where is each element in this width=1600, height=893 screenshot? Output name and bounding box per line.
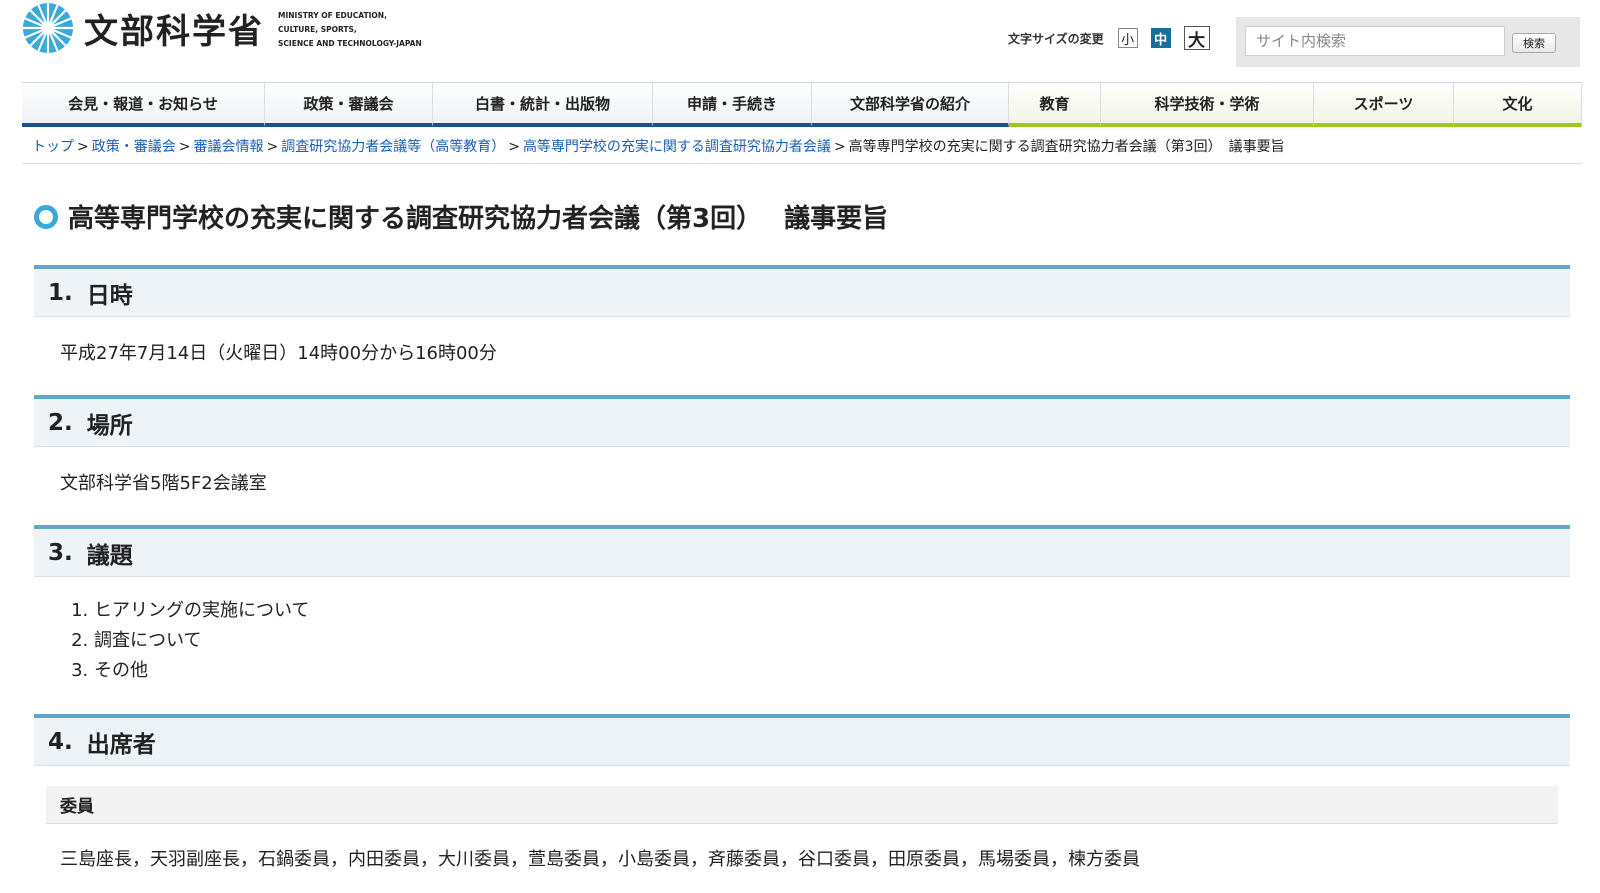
breadcrumb-separator: > [77, 139, 89, 155]
logo-en-line: SCIENCE AND TECHNOLOGY-JAPAN [278, 39, 422, 48]
page-title: 高等専門学校の充実に関する調査研究協力者会議（第3回） 議事要旨 [34, 198, 888, 235]
breadcrumb-link-top[interactable]: トップ [32, 139, 74, 155]
font-size-label: 文字サイズの変更 [1008, 31, 1104, 46]
attendees-text: 三島座長，天羽副座長，石鍋委員，内田委員，大川委員，萱島委員，小島委員，斉藤委員… [60, 849, 1140, 870]
agenda-item: その他 [94, 656, 309, 686]
nav-item-culture[interactable]: 文化 [1454, 83, 1582, 127]
section-number: 4. [48, 728, 73, 755]
location-text: 文部科学省5階5F2会議室 [60, 473, 267, 494]
section-title: 出席者 [86, 731, 156, 758]
section-number: 2. [48, 409, 73, 436]
nav-item-science[interactable]: 科学技術・学術 [1101, 83, 1314, 127]
breadcrumb-link-policy[interactable]: 政策・審議会 [92, 139, 176, 155]
nav-item-applications[interactable]: 申請・手続き [653, 83, 812, 127]
nav-item-education[interactable]: 教育 [1009, 83, 1101, 127]
datetime-text: 平成27年7月14日（火曜日）14時00分から16時00分 [60, 343, 497, 364]
agenda-list: ヒアリングの実施について 調査について その他 [60, 596, 309, 686]
breadcrumb: トップ > 政策・審議会 > 審議会情報 > 調査研究協力者会議等（高等教育） > 高等専門学校… [22, 126, 1582, 164]
logo-en-line: CULTURE, SPORTS, [278, 25, 357, 34]
section-heading-attendees: 4. 出席者 [34, 714, 1570, 766]
breadcrumb-separator: > [178, 139, 191, 155]
font-size-medium-button[interactable]: 中 [1150, 28, 1171, 48]
nav-item-press[interactable]: 会見・報道・お知らせ [22, 83, 265, 127]
global-navigation: 会見・報道・お知らせ 政策・審議会 白書・統計・出版物 申請・手続き 文部科学省… [22, 82, 1582, 127]
nav-item-sports[interactable]: スポーツ [1314, 83, 1454, 127]
breadcrumb-separator: > [508, 139, 520, 155]
site-search: 検索 [1236, 17, 1580, 67]
section-title: 場所 [86, 412, 133, 439]
breadcrumb-link-higher-education[interactable]: 調査研究協力者会議等（高等教育） [281, 139, 505, 155]
breadcrumb-current: 高等専門学校の充実に関する調査研究協力者会議（第3回） 議事要旨 [848, 139, 1285, 155]
nav-item-policy[interactable]: 政策・審議会 [265, 83, 433, 127]
agenda-item: ヒアリングの実施について [94, 596, 309, 626]
attendees-subheading: 委員 [46, 786, 1558, 824]
breadcrumb-separator: > [833, 139, 846, 155]
section-heading-datetime: 1. 日時 [34, 265, 1570, 317]
section-heading-location: 2. 場所 [34, 395, 1570, 447]
search-input[interactable] [1245, 26, 1505, 56]
nav-item-publications[interactable]: 白書・統計・出版物 [433, 83, 653, 127]
section-number: 1. [48, 279, 73, 306]
section-title: 日時 [86, 282, 133, 309]
section-title: 議題 [86, 542, 133, 569]
site-header: 文部科学省 MINISTRY OF EDUCATION, CULTURE, SP… [0, 0, 1600, 80]
title-bullet-icon [34, 204, 58, 229]
search-button[interactable]: 検索 [1512, 33, 1556, 53]
breadcrumb-link-council-info[interactable]: 審議会情報 [193, 139, 263, 155]
nav-item-about[interactable]: 文部科学省の紹介 [812, 83, 1009, 127]
mext-logo-icon [23, 3, 73, 53]
breadcrumb-link-kosen-council[interactable]: 高等専門学校の充実に関する調査研究協力者会議 [523, 139, 831, 155]
page-title-text: 高等専門学校の充実に関する調査研究協力者会議（第3回） 議事要旨 [68, 204, 889, 234]
logo-en-line: MINISTRY OF EDUCATION, [278, 11, 387, 20]
logo-japanese-name: 文部科学省 [84, 11, 264, 52]
logo-english-name: MINISTRY OF EDUCATION, CULTURE, SPORTS, … [278, 9, 422, 51]
agenda-item: 調査について [94, 626, 309, 656]
site-logo[interactable]: 文部科学省 MINISTRY OF EDUCATION, CULTURE, SP… [22, 2, 422, 54]
breadcrumb-separator: > [266, 139, 279, 155]
font-size-switcher: 文字サイズの変更 小 中 大 [1008, 26, 1223, 51]
section-heading-agenda: 3. 議題 [34, 525, 1570, 577]
section-number: 3. [48, 539, 73, 566]
font-size-small-button[interactable]: 小 [1117, 28, 1138, 48]
font-size-large-button[interactable]: 大 [1183, 26, 1210, 51]
